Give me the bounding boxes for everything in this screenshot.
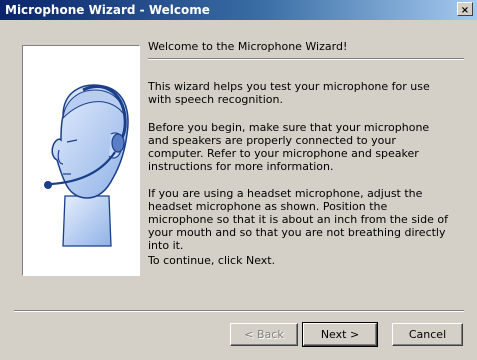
wizard-content: Welcome to the Microphone Wizard! This w… — [148, 40, 464, 267]
wizard-heading: Welcome to the Microphone Wizard! — [148, 40, 348, 53]
close-button[interactable]: × — [457, 2, 473, 16]
cancel-button[interactable]: Cancel — [392, 323, 463, 346]
footer-divider — [14, 310, 464, 312]
close-icon: × — [460, 5, 470, 16]
headset-head-illustration — [44, 84, 129, 247]
continue-paragraph: To continue, click Next. — [148, 254, 276, 267]
back-button[interactable]: < Back — [230, 323, 298, 346]
title-bar: Microphone Wizard - Welcome × — [0, 0, 477, 20]
connection-paragraph: Before you begin, make sure that your mi… — [148, 121, 430, 173]
wizard-image-panel — [22, 45, 140, 276]
window-title: Microphone Wizard - Welcome — [5, 3, 210, 17]
intro-paragraph: This wizard helps you test your micropho… — [148, 80, 430, 106]
next-button[interactable]: Next > — [302, 322, 378, 347]
heading-divider — [148, 58, 464, 60]
headset-paragraph: If you are using a headset microphone, a… — [148, 187, 448, 252]
